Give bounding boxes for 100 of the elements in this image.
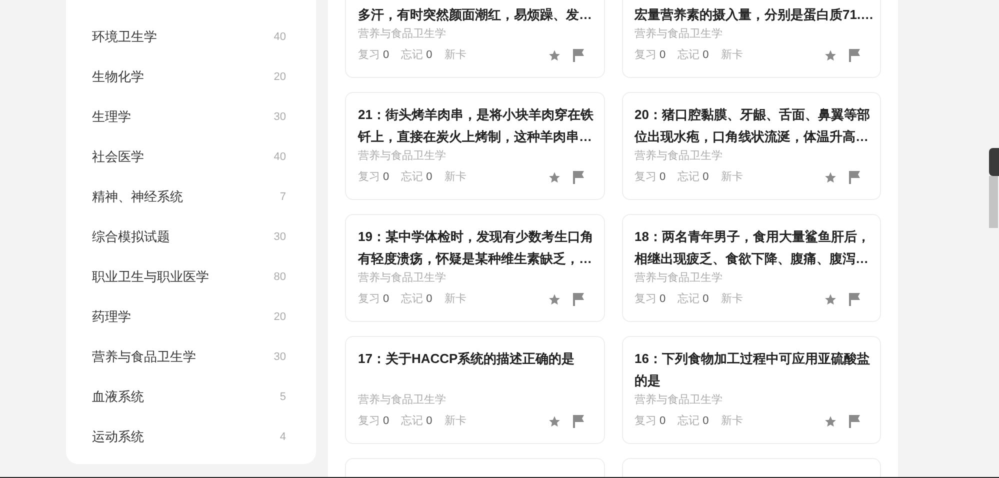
- forgot-label: 忘记: [678, 292, 700, 307]
- review-count: 0: [383, 292, 390, 307]
- question-card[interactable]: 21：街头烤羊肉串，是将小块羊肉穿在铁钎上，直接在炭火上烤制，这种羊肉串… 营养与食品卫生学 复习 0 忘记 0 新卡: [345, 92, 604, 200]
- question-card[interactable]: 多汗，有时突然颜面潮红，易烦躁、发… 营养与食品卫生学 复习 0 忘记 0 新卡: [345, 0, 604, 78]
- category-count: 80: [274, 270, 286, 285]
- forgot-count: 0: [426, 170, 432, 185]
- question-title: 18：两名青年男子，食用大量鲨鱼肝后，相继出现疲乏、食欲下降、腹痛、腹泻…: [634, 228, 871, 268]
- sidebar-item[interactable]: 运动系统 4: [92, 417, 286, 457]
- question-card[interactable]: 17：关于HACCP系统的描述正确的是 营养与食品卫生学 复习 0 忘记 0 新卡: [345, 336, 604, 444]
- scrollbar-handle[interactable]: [989, 148, 999, 176]
- question-title: 20：猪口腔黏膜、牙龈、舌面、鼻翼等部位出现水疱，口角线状流涎，体温升高…: [634, 106, 871, 146]
- category-count: 20: [274, 70, 286, 85]
- category-count: 20: [274, 310, 286, 325]
- review-count: 0: [660, 48, 666, 63]
- category-count: 7: [280, 190, 286, 205]
- category-count: 40: [274, 150, 286, 165]
- category-tag: 营养与食品卫生学: [358, 392, 446, 408]
- card-status: 新卡: [444, 292, 466, 307]
- review-count: 0: [383, 414, 390, 429]
- question-card[interactable]: 19：某中学体检时，发现有少数考生口角有轻度溃疡，怀疑是某种维生素缺乏，… 营养与食品卫生学 复习 0 忘记 0 新卡: [345, 214, 604, 322]
- sidebar-item[interactable]: 综合模拟试题 30: [92, 217, 286, 257]
- category-label: 社会医学: [92, 148, 144, 166]
- flag-icon[interactable]: [572, 414, 584, 428]
- sidebar-item[interactable]: 生理学 30: [92, 97, 286, 137]
- category-count: 40: [274, 30, 286, 45]
- star-icon[interactable]: [824, 170, 837, 184]
- category-label: 运动系统: [92, 428, 144, 446]
- review-label: 复习: [358, 292, 380, 307]
- question-card[interactable]: 18：两名青年男子，食用大量鲨鱼肝后，相继出现疲乏、食欲下降、腹痛、腹泻… 营养与食品卫生学 复习 0 忘记 0 新卡: [622, 214, 881, 322]
- question-card[interactable]: 20：猪口腔黏膜、牙龈、舌面、鼻翼等部位出现水疱，口角线状流涎，体温升高… 营养与食品卫生学 复习 0 忘记 0 新卡: [622, 92, 881, 200]
- star-icon[interactable]: [824, 414, 837, 428]
- flag-icon[interactable]: [572, 292, 584, 306]
- category-label: 营养与食品卫生学: [92, 348, 196, 366]
- scrollbar-thumb[interactable]: [989, 176, 998, 228]
- question-title: 16：下列食物加工过程中可应用亚硫酸盐的是: [634, 350, 871, 390]
- review-label: 复习: [634, 48, 656, 63]
- category-tag: 营养与食品卫生学: [358, 270, 446, 286]
- category-label: 精神、神经系统: [92, 188, 183, 206]
- flag-icon[interactable]: [849, 414, 860, 428]
- category-label: 职业卫生与职业医学: [92, 268, 209, 286]
- category-label: 生理学: [92, 108, 131, 126]
- sidebar-item[interactable]: 职业卫生与职业医学 80: [92, 257, 286, 297]
- question-title: 多汗，有时突然颜面潮红，易烦躁、发…: [358, 6, 593, 24]
- review-count: 0: [660, 414, 666, 429]
- forgot-count: 0: [426, 292, 432, 307]
- card-status: 新卡: [444, 48, 466, 63]
- review-label: 复习: [358, 414, 380, 429]
- star-icon[interactable]: [548, 292, 560, 306]
- card-status: 新卡: [444, 414, 466, 429]
- category-tag: 营养与食品卫生学: [358, 26, 446, 42]
- star-icon[interactable]: [824, 292, 837, 306]
- review-count: 0: [660, 292, 666, 307]
- flag-icon[interactable]: [572, 170, 584, 184]
- category-count: 5: [280, 390, 286, 405]
- star-icon[interactable]: [824, 48, 837, 62]
- forgot-label: 忘记: [678, 414, 700, 429]
- question-card[interactable]: 宏量营养素的摄入量，分别是蛋白质71.… 营养与食品卫生学 复习 0 忘记 0 新卡: [622, 0, 881, 78]
- category-tag: 营养与食品卫生学: [634, 26, 722, 42]
- forgot-label: 忘记: [678, 170, 700, 185]
- forgot-count: 0: [702, 292, 709, 307]
- forgot-label: 忘记: [678, 48, 700, 63]
- question-title: 19：某中学体检时，发现有少数考生口角有轻度溃疡，怀疑是某种维生素缺乏，…: [358, 228, 594, 268]
- forgot-count: 0: [702, 170, 709, 185]
- review-count: 0: [383, 48, 390, 63]
- review-label: 复习: [358, 48, 380, 63]
- forgot-count: 0: [702, 414, 709, 429]
- forgot-count: 0: [702, 48, 709, 63]
- sidebar-item[interactable]: 生物化学 20: [92, 57, 286, 97]
- card-status: 新卡: [720, 170, 743, 185]
- sidebar-item[interactable]: 社会医学 40: [92, 137, 286, 177]
- sidebar-item[interactable]: 血液系统 5: [92, 377, 286, 417]
- flag-icon[interactable]: [572, 48, 584, 62]
- category-tag: 营养与食品卫生学: [358, 148, 446, 164]
- category-label: 环境卫生学: [92, 28, 157, 46]
- forgot-label: 忘记: [401, 170, 424, 185]
- question-card[interactable]: 16：下列食物加工过程中可应用亚硫酸盐的是 营养与食品卫生学 复习 0 忘记 0 新卡: [622, 336, 881, 444]
- review-label: 复习: [358, 170, 380, 185]
- star-icon[interactable]: [548, 414, 560, 428]
- review-label: 复习: [634, 292, 656, 307]
- question-title: 宏量营养素的摄入量，分别是蛋白质71.…: [634, 6, 874, 24]
- sidebar-item[interactable]: 环境卫生学 40: [92, 17, 286, 57]
- star-icon[interactable]: [548, 170, 560, 184]
- flag-icon[interactable]: [849, 48, 860, 62]
- category-tag: 营养与食品卫生学: [634, 270, 722, 286]
- category-label: 综合模拟试题: [92, 228, 170, 246]
- card-status: 新卡: [720, 414, 743, 429]
- category-tag: 营养与食品卫生学: [634, 392, 722, 408]
- forgot-label: 忘记: [401, 48, 424, 63]
- flag-icon[interactable]: [849, 170, 860, 184]
- sidebar-item[interactable]: 药理学 20: [92, 297, 286, 337]
- review-label: 复习: [634, 170, 656, 185]
- sidebar-item[interactable]: 营养与食品卫生学 30: [92, 337, 286, 377]
- star-icon[interactable]: [548, 48, 560, 62]
- forgot-label: 忘记: [401, 414, 424, 429]
- sidebar-item[interactable]: 精神、神经系统 7: [92, 177, 286, 217]
- category-count: 30: [274, 230, 286, 245]
- review-label: 复习: [634, 414, 656, 429]
- question-title: 17：关于HACCP系统的描述正确的是: [358, 350, 576, 368]
- category-label: 血液系统: [92, 388, 144, 406]
- flag-icon[interactable]: [849, 292, 860, 306]
